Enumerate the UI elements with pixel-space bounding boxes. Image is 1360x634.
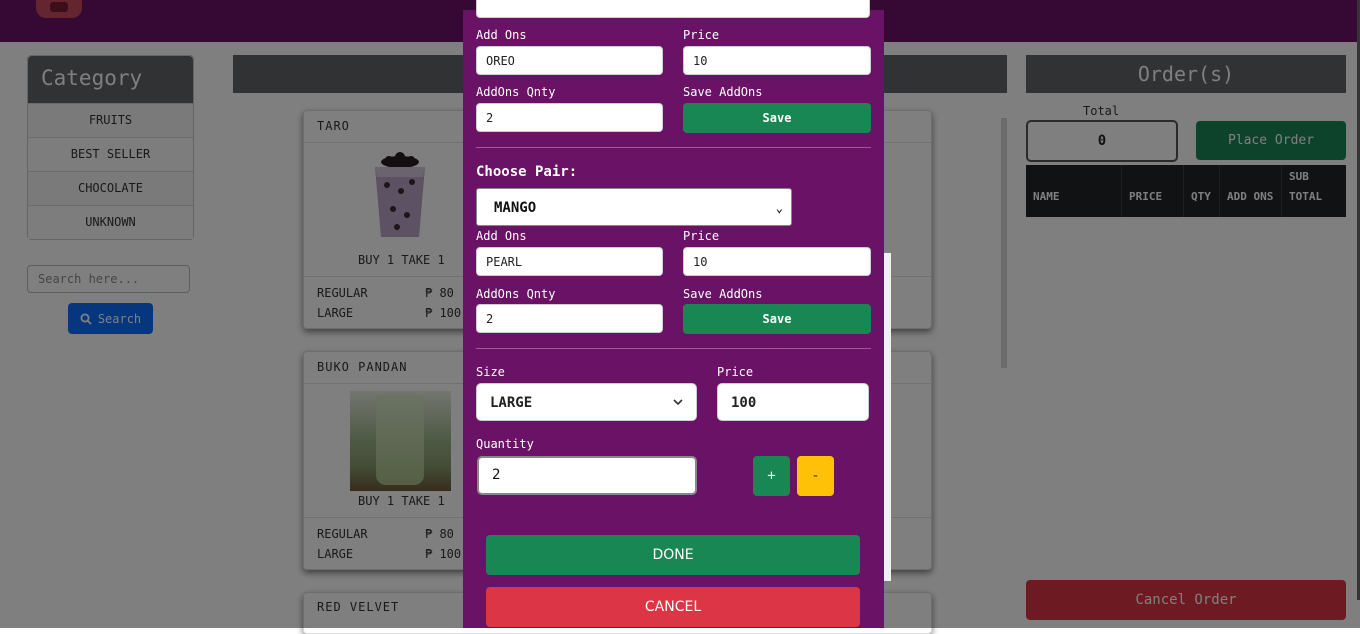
- chevron-down-icon: [673, 399, 683, 406]
- increment-button[interactable]: +: [753, 456, 790, 496]
- addons-price-input[interactable]: 10: [683, 46, 871, 75]
- choose-pair-label: Choose Pair:: [476, 164, 578, 180]
- addons-price-label-2: Price: [683, 229, 720, 243]
- save-addons-button[interactable]: Save: [683, 103, 871, 133]
- addons-qty-label: AddOns Qnty: [476, 85, 556, 99]
- addons-price-input-2[interactable]: 10: [683, 247, 871, 276]
- size-select[interactable]: LARGE: [476, 383, 697, 421]
- save-addons-label: Save AddOns: [683, 85, 763, 99]
- addons-label-2: Add Ons: [476, 229, 527, 243]
- decrement-button[interactable]: -: [797, 456, 834, 496]
- addons-price-label: Price: [683, 28, 720, 42]
- size-label: Size: [476, 365, 505, 379]
- save-addons-button-2[interactable]: Save: [683, 304, 871, 334]
- modal-divider: [476, 348, 871, 349]
- save-addons-label-2: Save AddOns: [683, 287, 763, 301]
- modal-divider: [476, 147, 871, 148]
- modal-scrollbar[interactable]: [884, 253, 891, 581]
- addons-qty-label-2: AddOns Qnty: [476, 287, 556, 301]
- price-label: Price: [717, 365, 754, 379]
- modal-top-field[interactable]: [476, 0, 870, 18]
- pair-select-value: MANGO: [494, 200, 537, 216]
- cancel-button[interactable]: CANCEL: [486, 587, 860, 627]
- addons-input-2[interactable]: PEARL: [476, 247, 663, 276]
- done-button[interactable]: DONE: [486, 535, 860, 575]
- pair-select[interactable]: MANGO ⌄: [476, 188, 792, 226]
- addons-label: Add Ons: [476, 28, 527, 42]
- addons-qty-input[interactable]: 2: [476, 103, 663, 132]
- size-select-value: LARGE: [490, 395, 533, 411]
- quantity-input[interactable]: 2: [477, 456, 697, 495]
- chevron-down-icon: ⌄: [775, 201, 783, 215]
- price-field: 100: [717, 383, 869, 421]
- quantity-label: Quantity: [476, 437, 534, 451]
- addons-input[interactable]: OREO: [476, 46, 663, 75]
- addons-qty-input-2[interactable]: 2: [476, 304, 663, 333]
